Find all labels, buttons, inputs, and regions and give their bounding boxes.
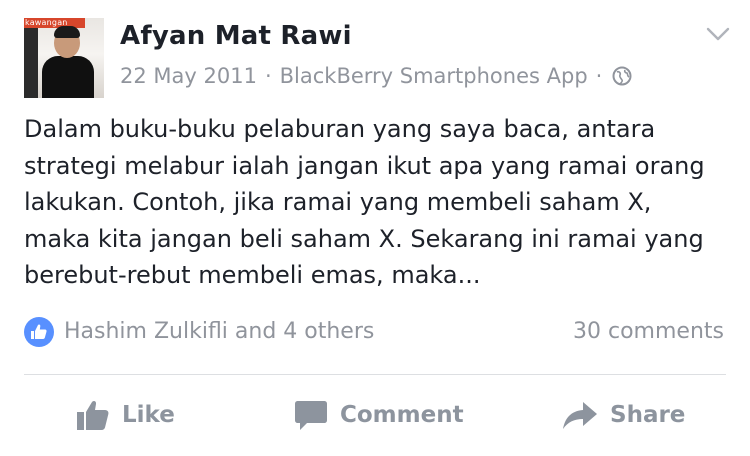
facebook-post: kawangan Afyan Mat Rawi 22 May 2011 · Bl… [0,0,750,456]
share-arrow-icon [563,402,597,429]
like-label: Like [122,402,175,428]
speech-bubble-icon [295,401,327,430]
engagement-summary: Hashim Zulkifli and 4 others 30 comments [24,315,724,349]
share-button[interactable]: Share [562,385,685,445]
like-icon [24,317,54,347]
thumbs-up-icon [77,400,109,430]
post-date[interactable]: 22 May 2011 [120,64,257,88]
divider [24,374,726,375]
globe-icon[interactable] [612,66,632,86]
like-button[interactable]: Like [76,385,175,445]
author-name[interactable]: Afyan Mat Rawi [120,21,352,51]
likers-text[interactable]: Hashim Zulkifli and 4 others [64,319,374,344]
post-header: kawangan Afyan Mat Rawi 22 May 2011 · Bl… [24,18,734,102]
action-bar: Like Comment Share [24,385,726,445]
share-label: Share [610,402,686,428]
post-source[interactable]: BlackBerry Smartphones App [280,64,588,88]
meta-separator: · [264,64,272,88]
chevron-down-icon[interactable] [706,26,730,42]
comments-count[interactable]: 30 comments [573,319,724,344]
comment-button[interactable]: Comment [294,385,464,445]
post-body-text[interactable]: Dalam buku-buku pelaburan yang saya baca… [24,111,724,294]
comment-label: Comment [340,402,464,428]
avatar[interactable]: kawangan [24,18,104,98]
meta-separator: · [595,64,603,88]
post-meta: 22 May 2011 · BlackBerry Smartphones App… [120,64,632,88]
